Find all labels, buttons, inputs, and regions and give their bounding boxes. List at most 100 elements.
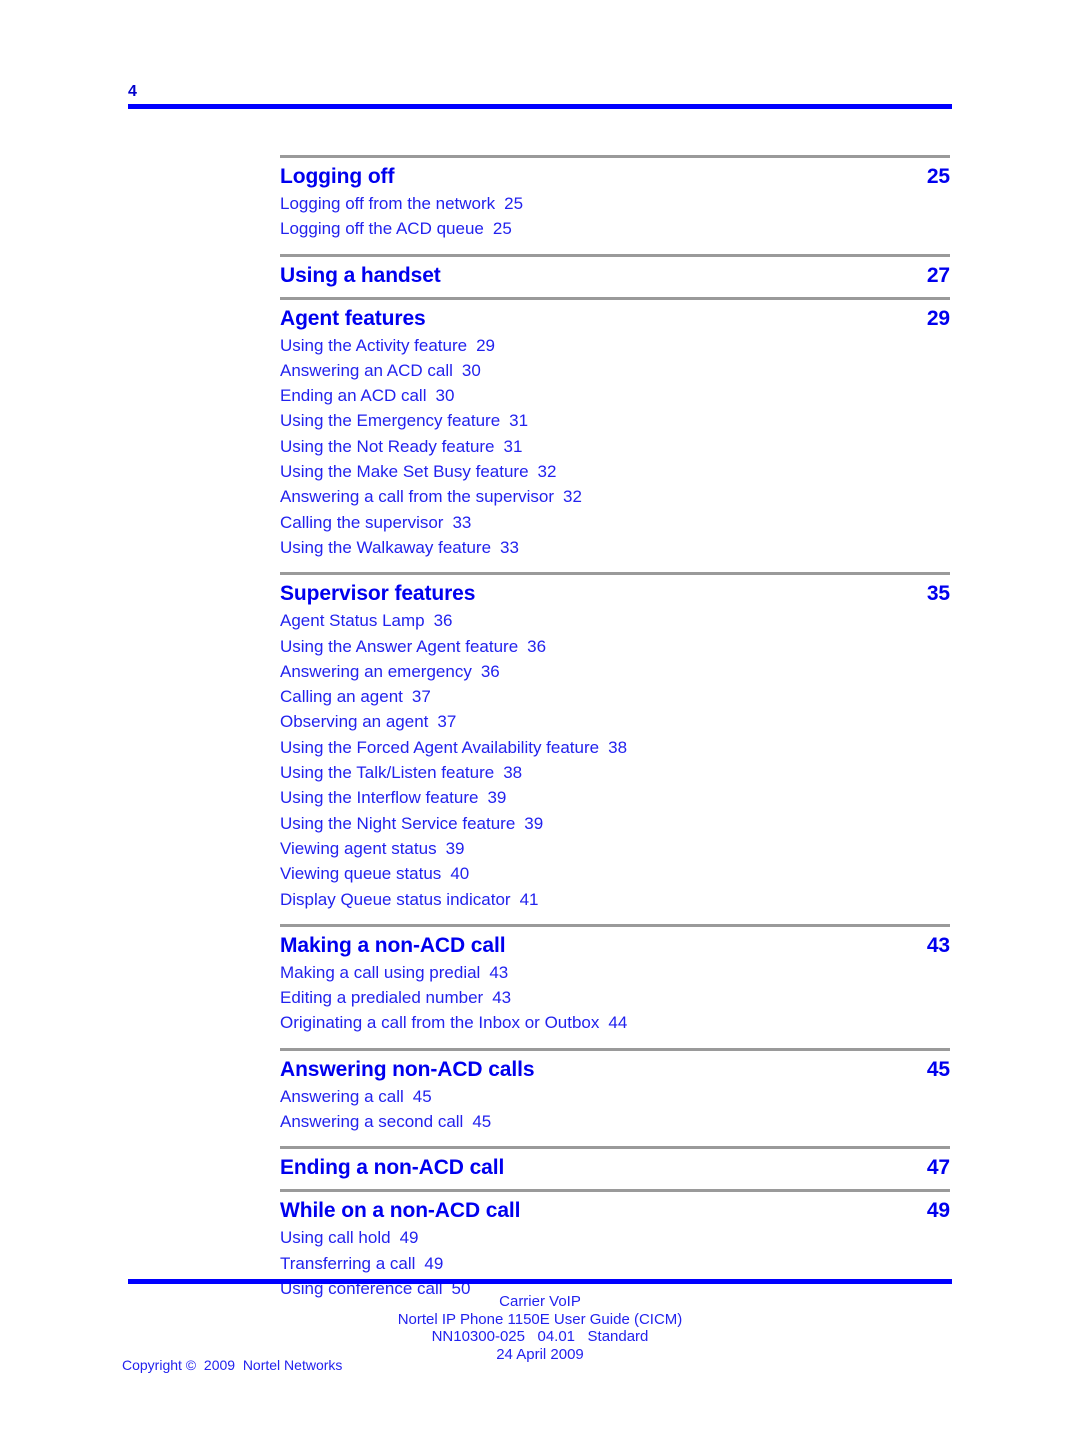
toc-entry-label: Making a call using predial (280, 962, 481, 982)
toc-entry[interactable]: Using the Forced Agent Availability feat… (280, 735, 950, 760)
toc-entry-label: Answering an emergency (280, 661, 472, 681)
toc-entry-label: Using the Night Service feature (280, 813, 516, 833)
toc-entry-label: Using the Walkaway feature (280, 537, 492, 557)
toc-section-heading[interactable]: Supervisor features 35 (280, 575, 950, 606)
toc-section-heading[interactable]: Using a handset 27 (280, 257, 950, 288)
toc-entry[interactable]: Using the Talk/Listen feature 38 (280, 760, 950, 785)
toc-entry[interactable]: Originating a call from the Inbox or Out… (280, 1010, 950, 1035)
toc-entry-list: Agent Status Lamp 36 Using the Answer Agen… (280, 606, 950, 920)
toc-entry-label: Logging off from the network (280, 194, 496, 213)
toc-entry-label: Observing an agent (280, 712, 429, 732)
toc-entry-label: Transferring a call (280, 1253, 416, 1273)
toc-entry-page: 39 (524, 813, 544, 833)
toc-entry[interactable]: Viewing queue status 40 (280, 861, 950, 886)
toc-section-title: Answering non-ACD calls (280, 1057, 535, 1081)
toc-entry-page: 37 (437, 712, 457, 732)
toc-section-page: 35 (926, 582, 950, 606)
toc-section-heading[interactable]: While on a non-ACD call 49 (280, 1192, 950, 1223)
toc-entry-label: Editing a predialed number (280, 988, 484, 1008)
toc-entry-label: Answering a call (280, 1086, 404, 1106)
toc-entry[interactable]: Editing a predialed number 43 (280, 985, 950, 1010)
toc-section: Making a non-ACD call 43 Making a call usi… (280, 923, 950, 1048)
page-footer: Carrier VoIP Nortel IP Phone 1150E User G… (128, 1279, 952, 1363)
toc-entry-label: Ending an ACD call (280, 386, 427, 406)
toc-entry-page: 38 (503, 763, 523, 783)
toc-entry[interactable]: Answering a call from the supervisor 32 (280, 484, 950, 509)
page-number-folio: 4 (128, 83, 137, 100)
toc-entry[interactable]: Using the Not Ready feature 31 (280, 434, 950, 459)
toc-section: Answering non-ACD calls 45 Answering a cal… (280, 1047, 950, 1147)
toc-entry[interactable]: Using the Emergency feature 31 (280, 408, 950, 433)
toc-entry[interactable]: Answering a call 45 (280, 1084, 950, 1109)
toc-entry[interactable]: Display Queue status indicator 41 (280, 887, 950, 912)
toc-entry-label: Using the Interflow feature (280, 788, 479, 808)
toc-section: Supervisor features 35 Agent Status Lamp 36… (280, 572, 950, 924)
toc-entry-label: Using the Talk/Listen feature (280, 763, 495, 783)
toc-entry-label: Calling the supervisor (280, 512, 444, 532)
toc-entry[interactable]: Using the Make Set Busy feature 32 (280, 459, 950, 484)
toc-section: Ending a non-ACD call 47 (280, 1146, 950, 1189)
toc-entry-label: Agent Status Lamp (280, 611, 425, 631)
toc-section-page: 29 (926, 306, 950, 330)
copyright-notice: Copyright © 2009 Nortel Networks (122, 1357, 343, 1373)
toc-entry[interactable]: Making a call using predial 43 (280, 960, 950, 985)
toc-entry-label: Display Queue status indicator (280, 889, 511, 909)
toc-section-page: 47 (926, 1156, 950, 1180)
toc-entry[interactable]: Answering a second call 45 (280, 1109, 950, 1134)
toc-section-page: 43 (926, 933, 950, 957)
toc-entry[interactable]: Using the Activity feature 29 (280, 333, 950, 358)
toc-entry[interactable]: Answering an ACD call 30 (280, 358, 950, 383)
toc-entry[interactable]: Answering an emergency 36 (280, 659, 950, 684)
toc-section-heading[interactable]: Making a non-ACD call 43 (280, 927, 950, 958)
toc-entry-label: Originating a call from the Inbox or Out… (280, 1013, 600, 1033)
toc-entry-page: 33 (452, 512, 472, 532)
toc-entry[interactable]: Logging off the ACD queue 25 (280, 216, 950, 241)
toc-section-heading[interactable]: Ending a non-ACD call 47 (280, 1149, 950, 1180)
toc-entry[interactable]: Logging off from the network 25 (280, 191, 950, 216)
toc-entry[interactable]: Observing an agent 37 (280, 709, 950, 734)
toc-section-heading[interactable]: Answering non-ACD calls 45 (280, 1051, 950, 1082)
toc-section-page: 25 (926, 165, 950, 188)
toc-section-title: Ending a non-ACD call (280, 1156, 505, 1180)
toc-entry-page: 29 (476, 335, 496, 355)
toc-entry-label: Using the Activity feature (280, 335, 468, 355)
toc-entry-page: 49 (399, 1228, 419, 1248)
toc-entry-list: Using the Activity feature 29 Answering an… (280, 331, 950, 569)
toc-entry[interactable]: Using call hold 49 (280, 1225, 950, 1250)
toc-entry-page: 39 (487, 788, 507, 808)
toc-section-page: 49 (926, 1199, 950, 1223)
toc-entry[interactable]: Calling the supervisor 33 (280, 510, 950, 535)
toc-entry-page: 36 (433, 611, 453, 631)
toc-entry-label: Answering an ACD call (280, 360, 453, 380)
toc-entry-page: 36 (527, 636, 547, 656)
toc-entry[interactable]: Transferring a call 49 (280, 1251, 950, 1276)
toc-entry[interactable]: Viewing agent status 39 (280, 836, 950, 861)
toc-entry-page: 38 (608, 737, 628, 757)
toc-entry-page: 40 (450, 864, 470, 884)
toc-entry-label: Calling an agent (280, 687, 403, 707)
toc-entry[interactable]: Agent Status Lamp 36 (280, 608, 950, 633)
toc-entry[interactable]: Calling an agent 37 (280, 684, 950, 709)
toc-section-title: Using a handset (280, 263, 441, 287)
toc-entry[interactable]: Using the Answer Agent feature 36 (280, 634, 950, 659)
toc-entry-page: 37 (411, 687, 431, 707)
toc-entry-page: 39 (445, 838, 465, 858)
toc-entry[interactable]: Using the Walkaway feature 33 (280, 535, 950, 560)
toc-section-heading[interactable]: Logging off 25 (280, 158, 950, 189)
toc-entry-page: 43 (489, 962, 509, 982)
toc-entry-page: 32 (537, 462, 557, 482)
publication-info-line: Carrier VoIP (499, 1293, 581, 1310)
table-of-contents: Logging off 25 Logging off from the networ… (280, 155, 950, 1313)
toc-section-heading[interactable]: Agent features 29 (280, 300, 950, 331)
toc-entry[interactable]: Using the Interflow feature 39 (280, 785, 950, 810)
toc-entry[interactable]: Using the Night Service feature 39 (280, 811, 950, 836)
toc-entry-page: 36 (480, 661, 500, 681)
toc-entry-list: Answering a call 45 Answering a second cal… (280, 1082, 950, 1143)
toc-entry[interactable]: Ending an ACD call 30 (280, 383, 950, 408)
toc-entry-page: 33 (500, 537, 519, 557)
toc-entry-page: 30 (461, 360, 481, 380)
toc-entry-page: 45 (472, 1112, 492, 1132)
toc-entry-page: 25 (492, 219, 512, 239)
